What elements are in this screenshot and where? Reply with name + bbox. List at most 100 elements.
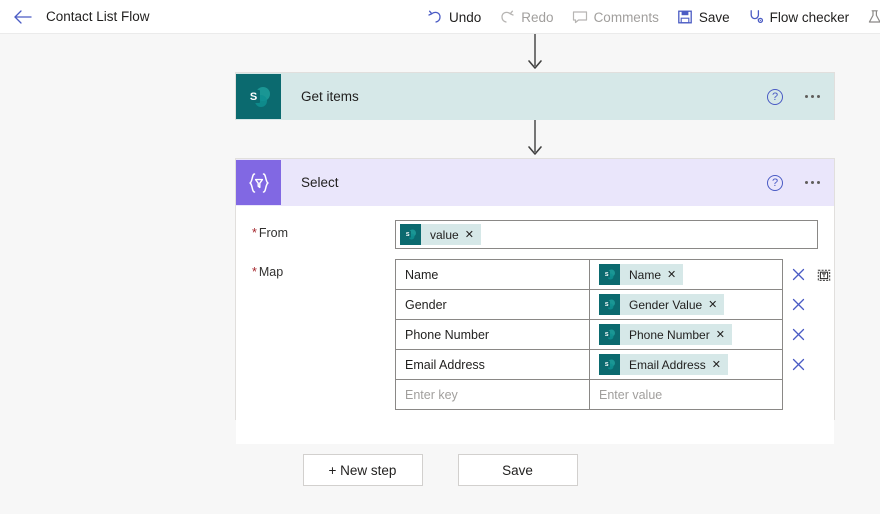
map-value-cell[interactable]: S Email Address ✕ <box>590 350 782 379</box>
connector-arrow-to-select <box>528 120 542 155</box>
from-input[interactable]: S value ✕ <box>395 220 818 249</box>
select-form-body: * From S value ✕ * Map Name S Name ✕ Gen… <box>236 206 834 444</box>
step-card-select[interactable]: Select ? * From S value ✕ * Map Name S N… <box>235 158 835 444</box>
save-label-toolbar: Save <box>698 9 730 25</box>
delete-row-icon[interactable] <box>792 268 805 281</box>
flow-checker-icon <box>748 9 764 25</box>
sharepoint-icon: S <box>599 324 620 345</box>
step-header-select[interactable]: Select ? <box>236 159 834 206</box>
undo-label: Undo <box>449 9 482 25</box>
field-label-from: * From <box>252 220 395 249</box>
sharepoint-icon: S <box>400 224 421 245</box>
svg-text:S: S <box>605 302 609 308</box>
table-row: Phone Number S Phone Number ✕ <box>396 320 805 350</box>
command-group: Undo Redo Comments Save Flow checker <box>418 0 880 34</box>
save-icon <box>677 9 693 25</box>
table-row: Gender S Gender Value ✕ <box>396 290 805 320</box>
close-icon[interactable]: ✕ <box>707 298 724 311</box>
comments-button[interactable]: Comments <box>563 0 668 34</box>
redo-label: Redo <box>521 9 554 25</box>
token-label: Email Address <box>629 357 706 372</box>
new-step-button[interactable]: + New step <box>302 454 423 486</box>
map-value-cell[interactable]: S Phone Number ✕ <box>590 320 782 349</box>
field-row-from: * From S value ✕ <box>252 220 818 249</box>
page-title: Contact List Flow <box>46 9 150 24</box>
token-label: Name <box>629 267 662 282</box>
map-key-cell[interactable]: Phone Number <box>396 320 590 349</box>
map-key-cell[interactable]: Email Address <box>396 350 590 379</box>
step-title-get-items: Get items <box>301 89 359 104</box>
from-label-text: From <box>258 226 289 240</box>
undo-icon <box>427 9 443 25</box>
close-icon[interactable]: ✕ <box>666 268 683 281</box>
svg-text:S: S <box>605 362 609 368</box>
flow-checker-label: Flow checker <box>769 9 850 25</box>
help-icon[interactable]: ? <box>767 174 783 191</box>
ellipsis-icon[interactable] <box>803 89 822 104</box>
save-button-toolbar[interactable]: Save <box>668 0 739 34</box>
svg-text:S: S <box>406 232 410 238</box>
test-button[interactable] <box>858 0 880 34</box>
flow-canvas: S Get items ? Select ? * From S value ✕ … <box>0 34 880 514</box>
close-icon[interactable]: ✕ <box>711 358 728 371</box>
delete-row-icon[interactable] <box>792 328 805 341</box>
required-asterisk-from: * <box>252 226 257 240</box>
new-key-input[interactable]: Enter key <box>396 380 590 409</box>
sharepoint-icon: S <box>236 74 281 119</box>
token-value[interactable]: S value ✕ <box>400 224 481 245</box>
redo-icon <box>499 9 515 25</box>
field-label-map: * Map <box>252 259 395 410</box>
save-button[interactable]: Save <box>457 454 578 486</box>
token-chip[interactable]: S Gender Value ✕ <box>599 294 725 315</box>
step-title-select: Select <box>301 175 339 190</box>
token-label: value <box>430 227 459 242</box>
map-row-tools <box>792 260 831 289</box>
redo-button[interactable]: Redo <box>490 0 562 34</box>
back-button[interactable] <box>0 0 46 34</box>
field-row-map: * Map Name S Name ✕ Gender S Gender Valu… <box>252 259 831 410</box>
map-row-tools <box>792 320 805 349</box>
token-chip[interactable]: S Email Address ✕ <box>599 354 728 375</box>
token-label: Phone Number <box>629 327 710 342</box>
flask-test-icon <box>867 9 880 25</box>
map-row-tools <box>792 290 805 319</box>
switch-to-text-mode-icon[interactable] <box>817 268 831 282</box>
footer-buttons: + New step Save <box>0 454 880 486</box>
delete-row-icon[interactable] <box>792 298 805 311</box>
svg-text:S: S <box>605 332 609 338</box>
step-header-get-items[interactable]: S Get items ? <box>236 73 834 120</box>
arrow-left-icon <box>14 9 32 24</box>
sharepoint-icon: S <box>599 294 620 315</box>
map-key-cell[interactable]: Gender <box>396 290 590 319</box>
flow-checker-button[interactable]: Flow checker <box>739 0 859 34</box>
map-value-cell[interactable]: S Name ✕ <box>590 260 782 289</box>
connector-arrow-to-get-items <box>528 34 542 69</box>
ellipsis-icon[interactable] <box>803 175 822 190</box>
comments-label: Comments <box>593 9 659 25</box>
sharepoint-icon: S <box>599 354 620 375</box>
map-label-text: Map <box>258 265 284 279</box>
table-row-new: Enter key Enter value <box>396 380 782 410</box>
close-icon[interactable]: ✕ <box>715 328 732 341</box>
svg-text:S: S <box>605 272 609 278</box>
command-bar: Contact List Flow Undo Redo Comments Sav… <box>0 0 880 34</box>
map-grid: Name S Name ✕ Gender S Gender Value ✕ Ph… <box>395 259 831 410</box>
step-actions-get-items: ? <box>767 73 822 120</box>
required-asterisk-map: * <box>252 265 257 279</box>
table-row: Name S Name ✕ <box>396 260 831 290</box>
token-label: Gender Value <box>629 297 703 312</box>
undo-button[interactable]: Undo <box>418 0 490 34</box>
map-value-cell[interactable]: S Gender Value ✕ <box>590 290 782 319</box>
step-card-get-items[interactable]: S Get items ? <box>235 72 835 120</box>
delete-row-icon[interactable] <box>792 358 805 371</box>
map-grid-wrapper: Name S Name ✕ Gender S Gender Value ✕ Ph… <box>395 259 831 410</box>
help-icon[interactable]: ? <box>767 88 783 105</box>
close-icon[interactable]: ✕ <box>464 228 481 241</box>
token-chip[interactable]: S Phone Number ✕ <box>599 324 732 345</box>
svg-text:S: S <box>249 91 256 103</box>
new-value-input[interactable]: Enter value <box>590 380 782 409</box>
token-chip[interactable]: S Name ✕ <box>599 264 684 285</box>
comment-icon <box>572 9 588 25</box>
map-key-cell[interactable]: Name <box>396 260 590 289</box>
table-row: Email Address S Email Address ✕ <box>396 350 805 380</box>
